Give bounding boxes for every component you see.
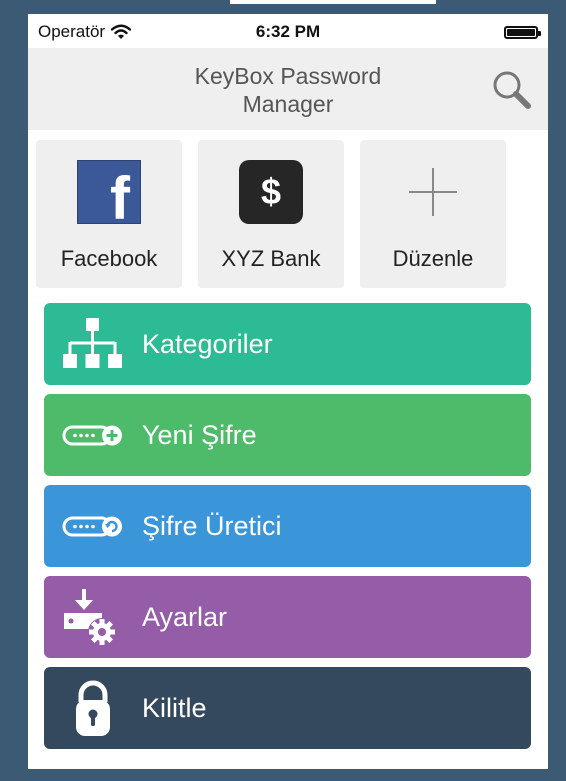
menu-item-settings[interactable]: Ayarlar [44, 576, 531, 658]
menu-item-lock[interactable]: Kilitle [44, 667, 531, 749]
menu-item-label: Şifre Üretici [142, 511, 282, 541]
battery-icon [504, 26, 541, 39]
page-title: KeyBox Password Manager [194, 63, 382, 117]
favorite-label: Facebook [60, 246, 158, 271]
password-add-icon [60, 405, 126, 465]
hierarchy-icon [60, 314, 126, 374]
menu-item-label: Yeni Şifre [142, 420, 257, 450]
facebook-icon: f [77, 160, 141, 224]
status-bar: Operatör 6:32 PM [28, 14, 548, 48]
favorite-tile-xyz-bank[interactable]: $ XYZ Bank [198, 140, 344, 288]
menu-item-label: Kilitle [142, 693, 207, 723]
status-time: 6:32 PM [255, 22, 321, 41]
search-icon [493, 71, 531, 109]
menu-item-password-generator[interactable]: Şifre Üretici [44, 485, 531, 567]
menu-item-new-password[interactable]: Yeni Şifre [44, 394, 531, 476]
header-bar: KeyBox Password Manager [28, 48, 548, 130]
menu-item-categories[interactable]: Kategoriler [44, 303, 531, 385]
plus-icon [401, 160, 465, 224]
password-generate-icon [60, 496, 126, 556]
favorite-tile-edit[interactable]: Düzenle [360, 140, 506, 288]
favorites-grid: f Facebook $ XYZ Bank Düzenle [36, 140, 540, 288]
settings-import-icon [60, 587, 126, 647]
menu-item-label: Kategoriler [142, 329, 273, 359]
dollar-icon: $ [239, 160, 303, 224]
favorite-label: XYZ Bank [221, 246, 321, 271]
phone-screen: Operatör 6:32 PM KeyBox Password Manager [28, 14, 548, 769]
lock-icon [60, 678, 126, 738]
favorite-tile-facebook[interactable]: f Facebook [36, 140, 182, 288]
search-button[interactable] [490, 68, 534, 112]
favorite-label: Düzenle [392, 246, 474, 271]
menu-item-label: Ayarlar [142, 602, 228, 632]
top-frame-notch [230, 0, 436, 4]
